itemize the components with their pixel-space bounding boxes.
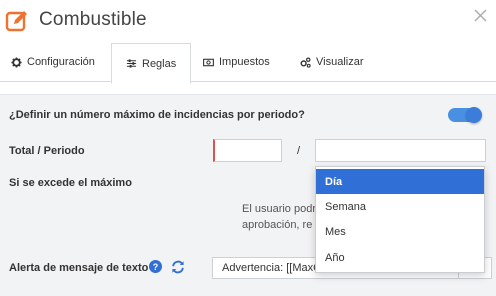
exceed-description-line: aprobación, re bbox=[242, 219, 313, 231]
money-icon bbox=[203, 58, 214, 66]
exceed-description-line: El usuario podr bbox=[242, 203, 316, 215]
max-incidents-label: ¿Definir un número máximo de incidencias… bbox=[9, 109, 305, 121]
svg-text:?: ? bbox=[153, 262, 159, 272]
edit-icon bbox=[5, 11, 27, 32]
help-icon[interactable]: ? bbox=[149, 260, 162, 273]
exceed-label: Si se excede el máximo bbox=[9, 177, 132, 189]
period-dropdown: Día Semana Mes Año bbox=[315, 166, 485, 273]
period-separator: / bbox=[297, 145, 301, 157]
tab-label: Impuestos bbox=[219, 56, 270, 68]
period-select[interactable] bbox=[315, 139, 486, 162]
modal-header: Combustible bbox=[0, 0, 496, 42]
tab-label: Visualizar bbox=[316, 56, 364, 68]
period-option-ano[interactable]: Año bbox=[316, 245, 484, 270]
tab-configuracion[interactable]: Configuración bbox=[11, 42, 95, 82]
toggle-knob bbox=[466, 107, 482, 123]
tab-impuestos[interactable]: Impuestos bbox=[203, 42, 270, 82]
tab-label: Reglas bbox=[142, 57, 177, 70]
period-option-dia[interactable]: Día bbox=[316, 169, 484, 194]
max-incidents-toggle[interactable] bbox=[448, 107, 482, 123]
tab-label: Configuración bbox=[27, 56, 95, 68]
modal-title: Combustible bbox=[39, 9, 147, 30]
refresh-icon[interactable] bbox=[171, 260, 185, 274]
period-option-semana[interactable]: Semana bbox=[316, 194, 484, 219]
exceed-description: El usuario podr aprobación, re bbox=[242, 201, 316, 233]
close-icon[interactable] bbox=[474, 9, 487, 22]
tab-visualizar[interactable]: Visualizar bbox=[300, 42, 364, 82]
total-input[interactable] bbox=[213, 139, 282, 162]
gears-icon bbox=[300, 57, 311, 68]
tab-reglas[interactable]: Reglas bbox=[111, 43, 192, 84]
sms-alert-label: Alerta de mensaje de texto bbox=[9, 262, 149, 274]
period-option-mes[interactable]: Mes bbox=[316, 219, 484, 244]
gear-icon bbox=[11, 56, 22, 68]
sliders-icon bbox=[126, 59, 137, 68]
tab-bar: Configuración Reglas Impuestos Visualiza… bbox=[0, 42, 496, 84]
total-period-label: Total / Periodo bbox=[9, 145, 85, 157]
sms-alert-value: Advertencia: [[MaxC bbox=[222, 262, 322, 274]
